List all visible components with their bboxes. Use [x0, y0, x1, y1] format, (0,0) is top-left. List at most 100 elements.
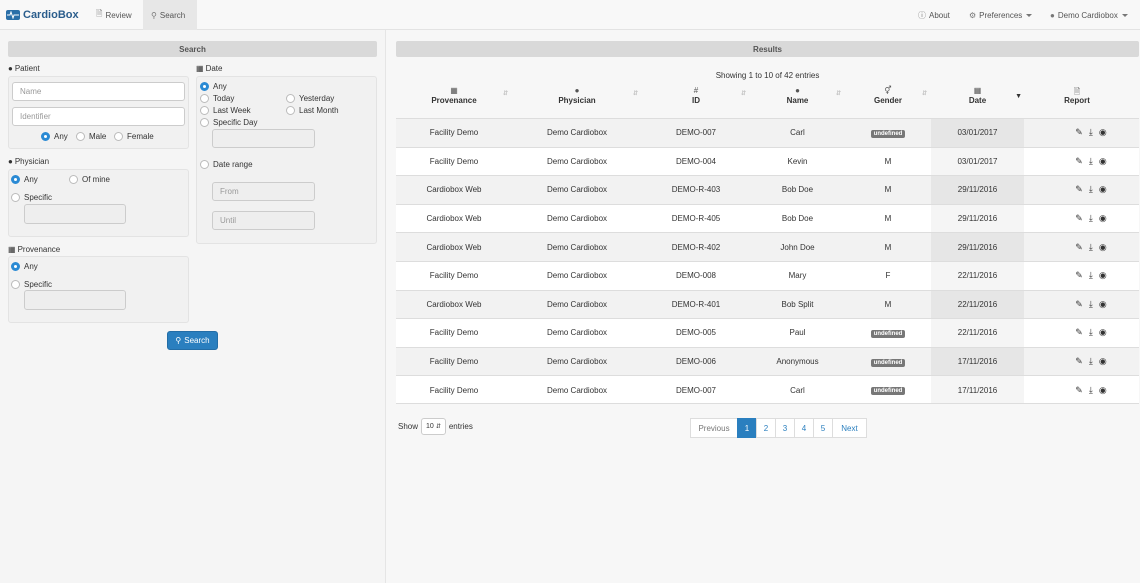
- preferences-menu[interactable]: ⚙ Preferences: [961, 0, 1040, 30]
- provenance-any-radio[interactable]: Any: [11, 262, 38, 271]
- about-link[interactable]: ⓘ About: [910, 0, 958, 30]
- date-from-input[interactable]: From: [212, 182, 315, 201]
- col-physician[interactable]: ● Physician ⇵: [512, 86, 642, 116]
- gears-icon: ⚙: [969, 10, 977, 20]
- edit-icon[interactable]: ✎: [1075, 127, 1083, 138]
- table-row[interactable]: Cardiobox Web Demo Cardiobox DEMO-R-403 Bob…: [396, 175, 1139, 204]
- table-row[interactable]: Facility Demo Demo Cardiobox DEMO-004 Kevin…: [396, 146, 1139, 176]
- user-icon: ●: [795, 86, 800, 95]
- provenance-specific-input[interactable]: [24, 290, 126, 310]
- table-row[interactable]: Facility Demo Demo Cardiobox DEMO-005 Paul u…: [396, 318, 1139, 347]
- download-icon[interactable]: ⤓: [1089, 156, 1093, 167]
- eye-icon[interactable]: ◉: [1099, 270, 1107, 281]
- entries-value: 10: [426, 423, 434, 430]
- table-row[interactable]: Cardiobox Web Demo Cardiobox DEMO-R-401 Bob…: [396, 289, 1139, 319]
- edit-icon[interactable]: ✎: [1075, 242, 1083, 253]
- table-row[interactable]: Facility Demo Demo Cardiobox DEMO-007 Carl u…: [396, 118, 1139, 147]
- col-id[interactable]: # ID ⇵: [642, 86, 750, 116]
- patient-name-input[interactable]: Name: [12, 82, 185, 101]
- edit-icon[interactable]: ✎: [1075, 327, 1083, 338]
- edit-icon[interactable]: ✎: [1075, 184, 1083, 195]
- patient-identifier-input[interactable]: Identifier: [12, 107, 185, 126]
- cell-provenance: Cardiobox Web: [426, 185, 482, 195]
- gender-any-radio[interactable]: Any: [41, 132, 68, 141]
- page-2[interactable]: 2: [756, 418, 776, 438]
- eye-icon[interactable]: ◉: [1099, 184, 1107, 195]
- date-today-radio[interactable]: Today: [200, 94, 234, 103]
- edit-icon[interactable]: ✎: [1075, 385, 1083, 396]
- eye-icon[interactable]: ◉: [1099, 242, 1107, 253]
- date-value: 03/01/2017: [957, 156, 998, 166]
- entries-select[interactable]: 10 ⇵: [421, 418, 446, 435]
- cell-date: 03/01/2017: [931, 119, 1024, 147]
- cell-physician: Demo Cardiobox: [546, 242, 608, 252]
- brand[interactable]: CardioBox: [6, 8, 79, 22]
- col-gender[interactable]: ⚥ Gender ⇵: [845, 86, 931, 116]
- gender-badge: undefined: [870, 129, 906, 138]
- download-icon[interactable]: ⤓: [1089, 127, 1093, 138]
- edit-icon[interactable]: ✎: [1075, 299, 1083, 310]
- date-until-input[interactable]: Until: [212, 211, 315, 230]
- physician-ofmine-radio[interactable]: Of mine: [69, 175, 110, 184]
- table-row[interactable]: Facility Demo Demo Cardiobox DEMO-007 Carl u…: [396, 375, 1139, 404]
- gender-male-radio[interactable]: Male: [76, 132, 106, 141]
- date-yesterday-radio[interactable]: Yesterday: [286, 94, 334, 103]
- eye-icon[interactable]: ◉: [1099, 213, 1107, 224]
- table-row[interactable]: Facility Demo Demo Cardiobox DEMO-006 Anony…: [396, 346, 1139, 376]
- provenance-specific-radio[interactable]: Specific: [11, 280, 52, 289]
- edit-icon[interactable]: ✎: [1075, 156, 1083, 167]
- col-provenance-label: Provenance: [431, 96, 477, 105]
- download-icon[interactable]: ⤓: [1089, 327, 1093, 338]
- col-name[interactable]: ● Name ⇵: [750, 86, 845, 116]
- eye-icon[interactable]: ◉: [1099, 156, 1107, 167]
- download-icon[interactable]: ⤓: [1089, 270, 1093, 281]
- col-date[interactable]: ▦ Date ▼: [931, 86, 1024, 116]
- edit-icon[interactable]: ✎: [1075, 213, 1083, 224]
- download-icon[interactable]: ⤓: [1089, 385, 1093, 396]
- radio: [200, 118, 209, 127]
- table-row[interactable]: Cardiobox Web Demo Cardiobox DEMO-R-405 Bob…: [396, 203, 1139, 233]
- tab-review[interactable]: 🗎 Review: [88, 0, 140, 30]
- download-icon[interactable]: ⤓: [1089, 299, 1093, 310]
- gender-female-radio[interactable]: Female: [114, 132, 154, 141]
- page-previous[interactable]: Previous: [690, 418, 738, 438]
- col-provenance[interactable]: ▦ Provenance ⇵: [396, 86, 512, 116]
- date-value: 17/11/2016: [957, 385, 998, 395]
- date-range-radio[interactable]: Date range: [200, 160, 253, 169]
- table-row[interactable]: Cardiobox Web Demo Cardiobox DEMO-R-402 Joh…: [396, 232, 1139, 261]
- date-any-radio[interactable]: Any: [200, 82, 227, 91]
- eye-icon[interactable]: ◉: [1099, 327, 1107, 338]
- eye-icon[interactable]: ◉: [1099, 299, 1107, 310]
- page-next[interactable]: Next: [832, 418, 867, 438]
- physician-any-radio[interactable]: Any: [11, 175, 38, 184]
- date-lastweek-radio[interactable]: Last Week: [200, 106, 251, 115]
- radio: [200, 106, 209, 115]
- specific-day-input[interactable]: [212, 129, 315, 148]
- page-3[interactable]: 3: [775, 418, 795, 438]
- search-button[interactable]: ⚲ Search: [167, 331, 218, 350]
- cell-provenance: Facility Demo: [429, 328, 479, 338]
- cell-physician: Demo Cardiobox: [546, 299, 608, 309]
- eye-icon[interactable]: ◉: [1099, 127, 1107, 138]
- tab-search[interactable]: ⚲ Search: [143, 0, 197, 30]
- page-5[interactable]: 5: [813, 418, 833, 438]
- date-specificday-radio[interactable]: Specific Day: [200, 118, 257, 127]
- edit-icon[interactable]: ✎: [1075, 270, 1083, 281]
- table-row[interactable]: Facility Demo Demo Cardiobox DEMO-008 Mary F…: [396, 261, 1139, 290]
- eye-icon[interactable]: ◉: [1099, 356, 1107, 367]
- download-icon[interactable]: ⤓: [1089, 213, 1093, 224]
- user-md-icon: ●: [8, 157, 13, 166]
- eye-icon[interactable]: ◉: [1099, 385, 1107, 396]
- download-icon[interactable]: ⤓: [1089, 242, 1093, 253]
- edit-icon[interactable]: ✎: [1075, 356, 1083, 367]
- date-lastmonth-radio[interactable]: Last Month: [286, 106, 339, 115]
- page-4[interactable]: 4: [794, 418, 814, 438]
- download-icon[interactable]: ⤓: [1089, 184, 1093, 195]
- cell-name: Paul: [789, 328, 806, 338]
- search-button-label: Search: [184, 336, 210, 345]
- user-menu[interactable]: ● Demo Cardiobox: [1042, 0, 1136, 30]
- download-icon[interactable]: ⤓: [1089, 356, 1093, 367]
- physician-specific-radio[interactable]: Specific: [11, 193, 52, 202]
- page-1[interactable]: 1: [737, 418, 757, 438]
- physician-specific-input[interactable]: [24, 204, 126, 224]
